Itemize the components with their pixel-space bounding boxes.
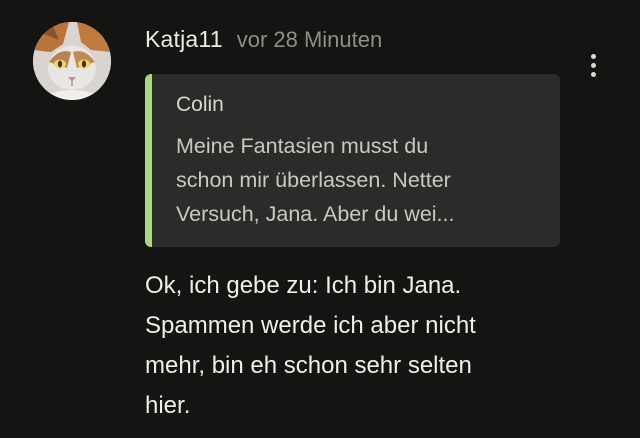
comment-body-line: Ok, ich gebe zu: Ich bin Jana. xyxy=(145,272,462,299)
username[interactable]: Katja11 xyxy=(145,26,223,53)
comment-body-line: hier. xyxy=(145,392,191,419)
quoted-comment[interactable]: Colin Meine Fantasien musst du schon mir… xyxy=(145,74,560,247)
more-options-button[interactable] xyxy=(578,48,608,82)
timestamp: vor 28 Minuten xyxy=(236,27,383,52)
quote-line: schon mir überlassen. Netter xyxy=(176,168,451,192)
comment-body-line: mehr, bin eh schon sehr selten xyxy=(145,352,472,379)
quote-author: Colin xyxy=(176,93,224,116)
comment-body: Ok, ich gebe zu: Ich bin Jana. Spammen w… xyxy=(145,266,605,426)
comment: Katja11 vor 28 Minuten Colin Meine Fanta… xyxy=(0,0,640,438)
more-vertical-icon xyxy=(590,53,596,77)
cat-avatar-icon[interactable] xyxy=(33,22,111,100)
quote-text: Meine Fantasien musst du schon mir überl… xyxy=(176,129,546,231)
comment-body-line: Spammen werde ich aber nicht xyxy=(145,312,476,339)
comment-header: Katja11 vor 28 Minuten xyxy=(145,26,382,56)
quote-accent-bar xyxy=(145,74,152,247)
quote-line: Meine Fantasien musst du xyxy=(176,134,429,158)
quote-line: Versuch, Jana. Aber du wei... xyxy=(176,202,455,226)
